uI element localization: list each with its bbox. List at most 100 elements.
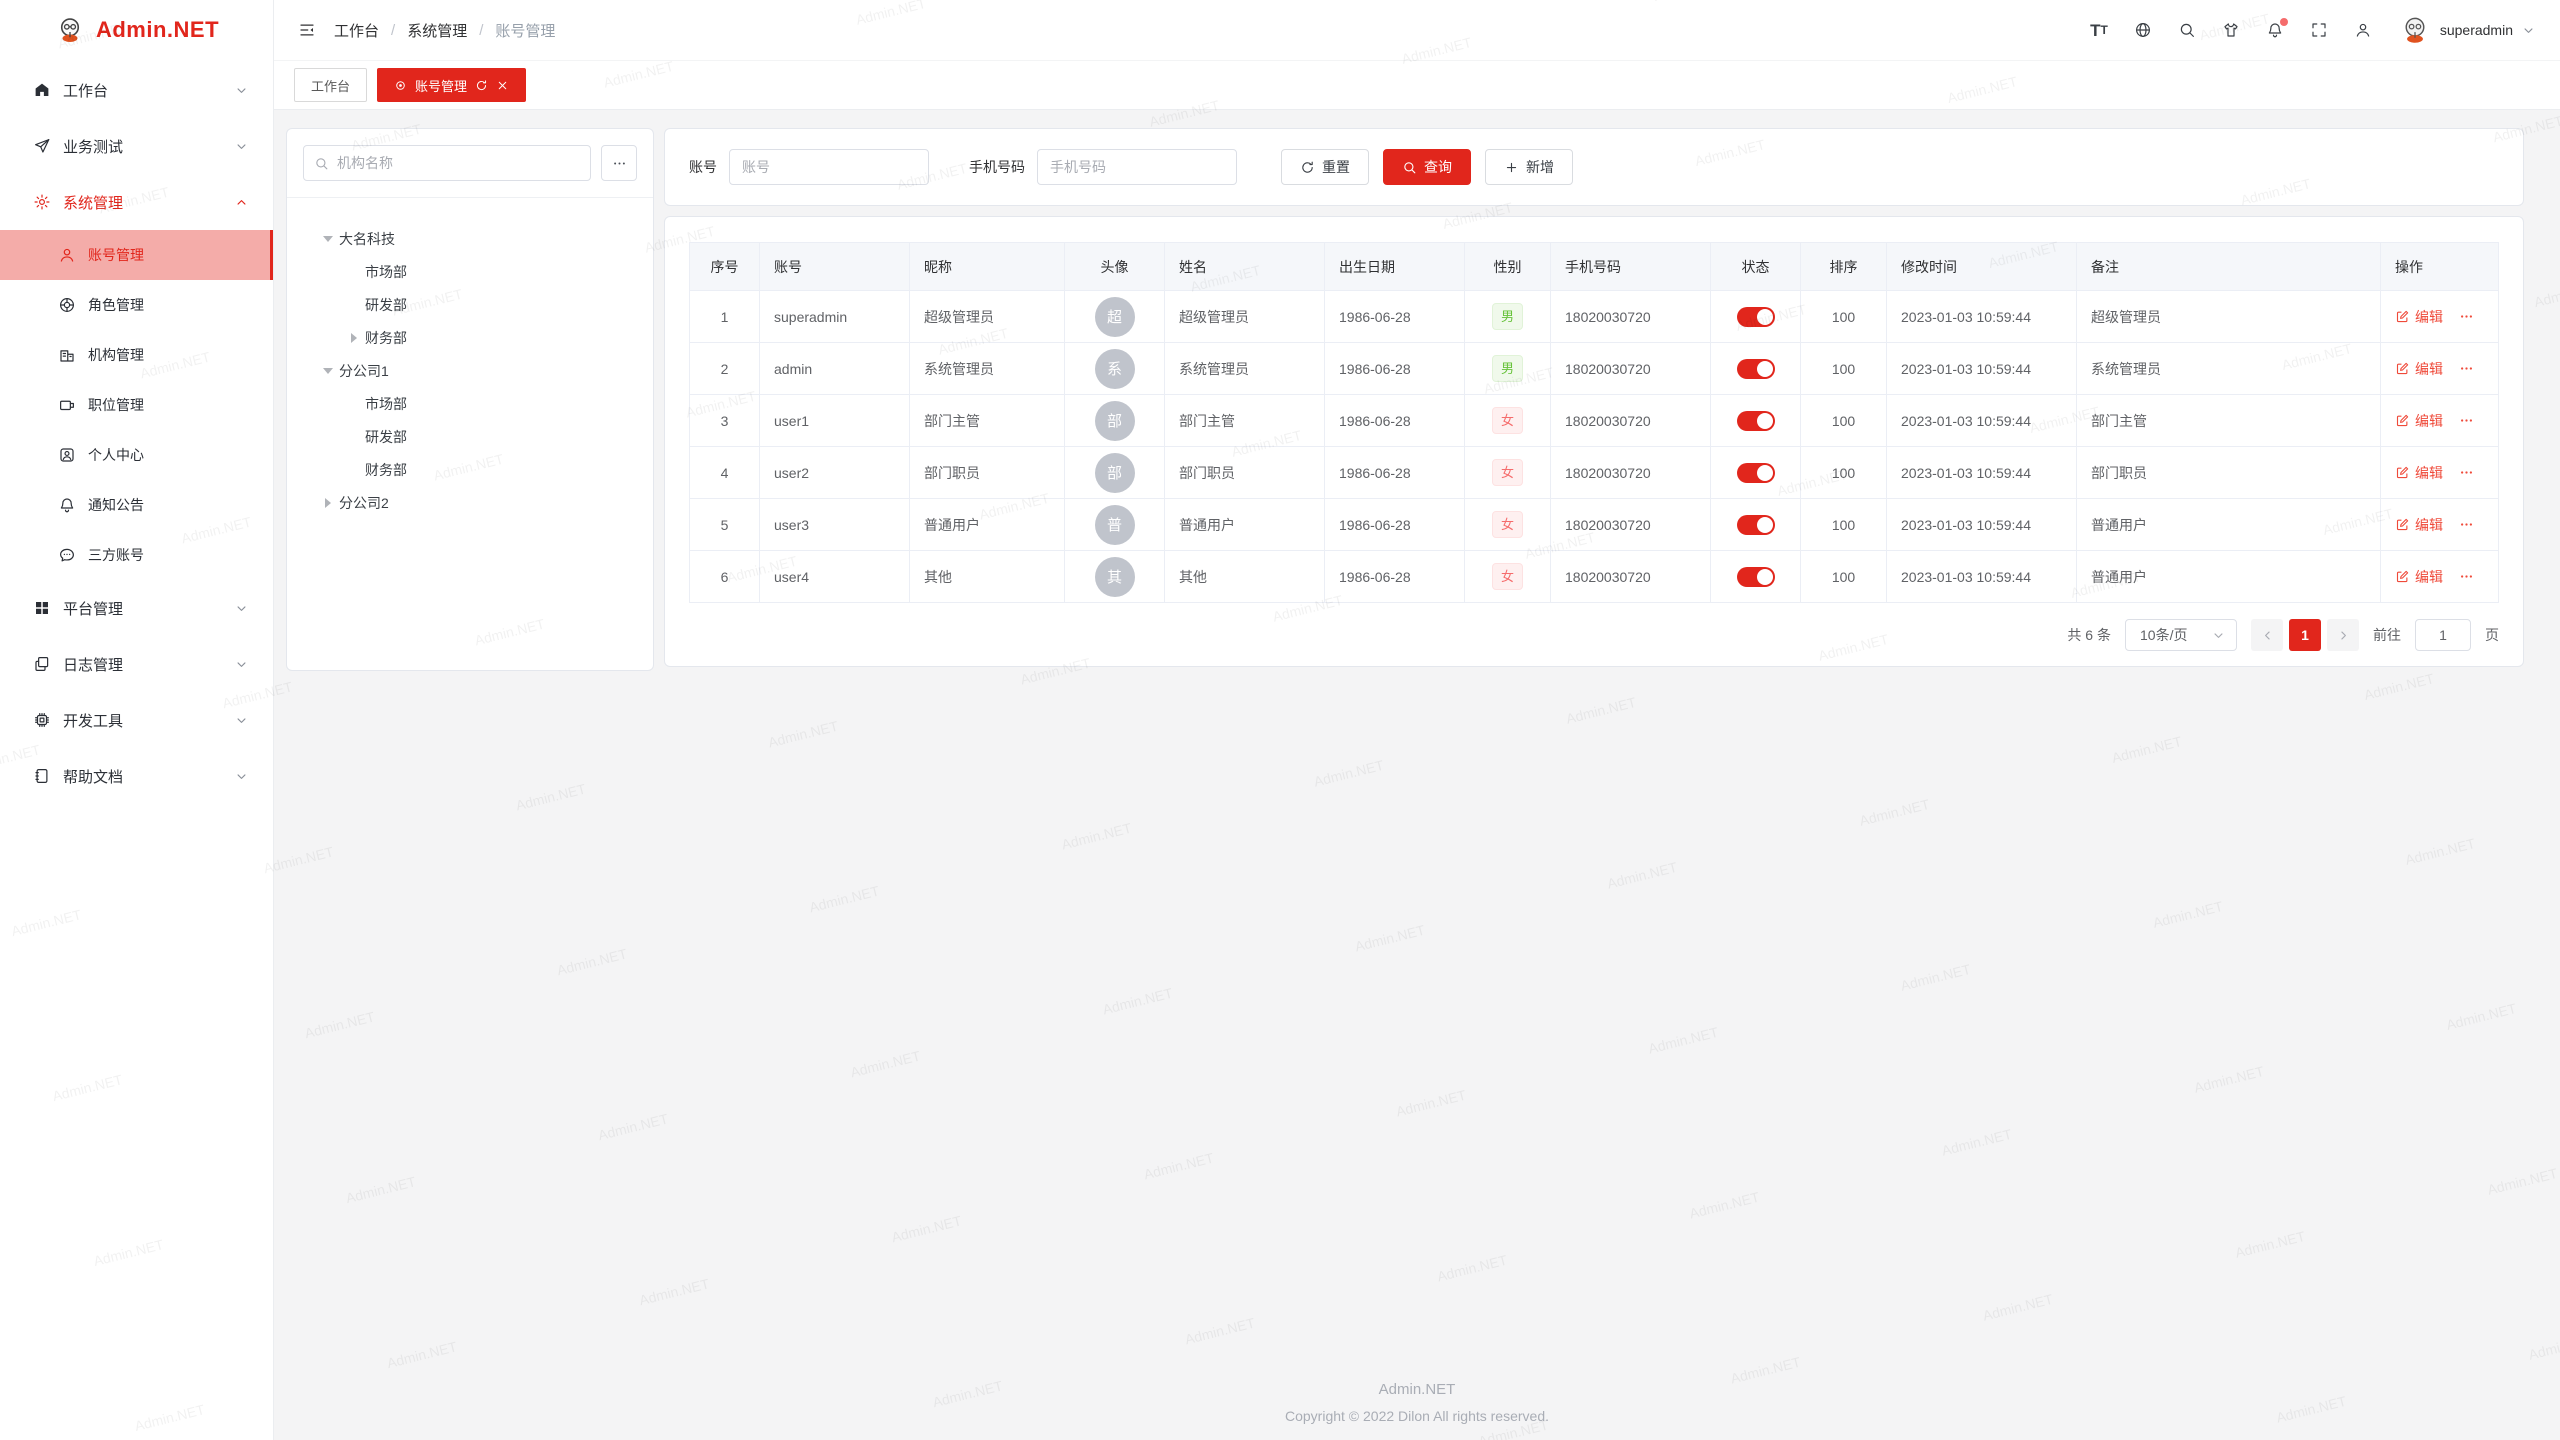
tree-node[interactable]: 研发部 xyxy=(287,288,653,321)
tree-node[interactable]: 财务部 xyxy=(287,321,653,354)
sidebar-item-third-party-account[interactable]: 三方账号 xyxy=(0,530,273,580)
breadcrumb-current: 账号管理 xyxy=(495,20,555,41)
account-table-panel: 序号 账号 昵称 头像 姓名 出生日期 性别 手机号码 状态 排序 修改时间 xyxy=(664,216,2524,667)
edit-pen-icon xyxy=(2395,465,2410,480)
breadcrumb-system-mgmt[interactable]: 系统管理 xyxy=(407,20,467,41)
logo-link[interactable]: Admin.NET xyxy=(0,0,273,60)
reset-button[interactable]: 重置 xyxy=(1281,149,1369,185)
sidebar-item-org-mgmt[interactable]: 机构管理 xyxy=(0,330,273,380)
ellipsis-icon xyxy=(2459,569,2474,584)
account-input[interactable] xyxy=(729,149,929,185)
org-search-input[interactable] xyxy=(337,155,580,171)
edit-button[interactable]: 编辑 xyxy=(2395,359,2443,379)
row-more-button[interactable] xyxy=(2459,569,2474,584)
font-size-icon[interactable]: TT xyxy=(2090,22,2108,39)
tree-node[interactable]: 分公司1 xyxy=(287,354,653,387)
page-size-select[interactable]: 10条/页 xyxy=(2125,619,2237,651)
tab-workbench[interactable]: 工作台 xyxy=(294,68,367,102)
sidebar-item-system-mgmt[interactable]: 系统管理 xyxy=(0,174,273,230)
edit-button[interactable]: 编辑 xyxy=(2395,567,2443,587)
tab-account-mgmt[interactable]: 账号管理 xyxy=(377,68,526,102)
user-icon[interactable] xyxy=(2354,21,2372,39)
row-more-button[interactable] xyxy=(2459,309,2474,324)
notification-bell-icon[interactable] xyxy=(2266,21,2284,39)
chevron-down-icon xyxy=(234,657,249,672)
status-toggle[interactable] xyxy=(1737,359,1775,379)
footer-title: Admin.NET xyxy=(274,1381,2560,1398)
row-more-button[interactable] xyxy=(2459,517,2474,532)
edit-button[interactable]: 编辑 xyxy=(2395,515,2443,535)
account-table: 序号 账号 昵称 头像 姓名 出生日期 性别 手机号码 状态 排序 修改时间 xyxy=(689,242,2499,603)
tab-close-icon[interactable] xyxy=(496,79,509,92)
language-icon[interactable] xyxy=(2134,21,2152,39)
user-menu[interactable]: superadmin xyxy=(2398,13,2536,47)
tree-more-button[interactable] xyxy=(601,145,637,181)
edit-pen-icon xyxy=(2395,517,2410,532)
row-more-button[interactable] xyxy=(2459,361,2474,376)
notebook-icon xyxy=(33,767,51,785)
sidebar-item-personal-center[interactable]: 个人中心 xyxy=(0,430,273,480)
edit-button[interactable]: 编辑 xyxy=(2395,411,2443,431)
sex-tag: 女 xyxy=(1492,407,1523,434)
sidebar-item-role-mgmt[interactable]: 角色管理 xyxy=(0,280,273,330)
caret-down-icon[interactable] xyxy=(317,368,339,374)
filter-bar: 账号 手机号码 重置 查询 新增 xyxy=(664,128,2524,206)
goto-page-input[interactable] xyxy=(2415,619,2471,651)
phone-input[interactable] xyxy=(1037,149,1237,185)
tree-node[interactable]: 大名科技 xyxy=(287,222,653,255)
person-card-icon xyxy=(58,446,76,464)
sex-tag: 女 xyxy=(1492,563,1523,590)
table-row: 2 admin 系统管理员 系 系统管理员 1986-06-28 男 18020… xyxy=(690,343,2499,395)
goto-label: 前往 xyxy=(2373,625,2401,645)
tree-node[interactable]: 财务部 xyxy=(287,453,653,486)
sidebar-item-position-mgmt[interactable]: 职位管理 xyxy=(0,380,273,430)
sidebar: Admin.NET 工作台 业务测试 系统管理 账号管理 xyxy=(0,0,274,1440)
add-button[interactable]: 新增 xyxy=(1485,149,1573,185)
main-area: 工作台 / 系统管理 / 账号管理 TT xyxy=(274,0,2560,1440)
table-row: 5 user3 普通用户 普 普通用户 1986-06-28 女 1802003… xyxy=(690,499,2499,551)
sidebar-item-platform-mgmt[interactable]: 平台管理 xyxy=(0,580,273,636)
search-icon[interactable] xyxy=(2178,21,2196,39)
sidebar-item-business-test[interactable]: 业务测试 xyxy=(0,118,273,174)
sidebar-item-dev-tools[interactable]: 开发工具 xyxy=(0,692,273,748)
row-more-button[interactable] xyxy=(2459,465,2474,480)
theme-icon[interactable] xyxy=(2222,21,2240,39)
tree-node[interactable]: 研发部 xyxy=(287,420,653,453)
cpu-icon xyxy=(33,711,51,729)
ellipsis-icon xyxy=(612,156,627,171)
row-more-button[interactable] xyxy=(2459,413,2474,428)
breadcrumb-workbench[interactable]: 工作台 xyxy=(334,20,379,41)
menu-fold-icon[interactable] xyxy=(298,21,316,39)
prev-page-button[interactable] xyxy=(2251,619,2283,651)
send-icon xyxy=(33,137,51,155)
next-page-button[interactable] xyxy=(2327,619,2359,651)
status-toggle[interactable] xyxy=(1737,515,1775,535)
copy-docs-icon xyxy=(33,655,51,673)
sidebar-item-log-mgmt[interactable]: 日志管理 xyxy=(0,636,273,692)
tree-node[interactable]: 分公司2 xyxy=(287,486,653,519)
sidebar-item-account-mgmt[interactable]: 账号管理 xyxy=(0,230,273,280)
chevron-down-icon xyxy=(234,769,249,784)
caret-right-icon[interactable] xyxy=(317,498,339,508)
edit-button[interactable]: 编辑 xyxy=(2395,463,2443,483)
sidebar-item-workbench[interactable]: 工作台 xyxy=(0,62,273,118)
account-label: 账号 xyxy=(689,157,717,177)
tree-node[interactable]: 市场部 xyxy=(287,255,653,288)
row-avatar: 部 xyxy=(1095,401,1135,441)
caret-right-icon[interactable] xyxy=(343,333,365,343)
fullscreen-icon[interactable] xyxy=(2310,21,2328,39)
sidebar-item-help-docs[interactable]: 帮助文档 xyxy=(0,748,273,804)
status-toggle[interactable] xyxy=(1737,307,1775,327)
search-icon xyxy=(314,156,329,171)
caret-down-icon[interactable] xyxy=(317,236,339,242)
status-toggle[interactable] xyxy=(1737,463,1775,483)
tree-node[interactable]: 市场部 xyxy=(287,387,653,420)
edit-button[interactable]: 编辑 xyxy=(2395,307,2443,327)
status-toggle[interactable] xyxy=(1737,567,1775,587)
status-toggle[interactable] xyxy=(1737,411,1775,431)
sidebar-item-notice[interactable]: 通知公告 xyxy=(0,480,273,530)
query-button[interactable]: 查询 xyxy=(1383,149,1471,185)
user-icon xyxy=(58,246,76,264)
page-number-button[interactable]: 1 xyxy=(2289,619,2321,651)
tab-refresh-icon[interactable] xyxy=(475,79,488,92)
